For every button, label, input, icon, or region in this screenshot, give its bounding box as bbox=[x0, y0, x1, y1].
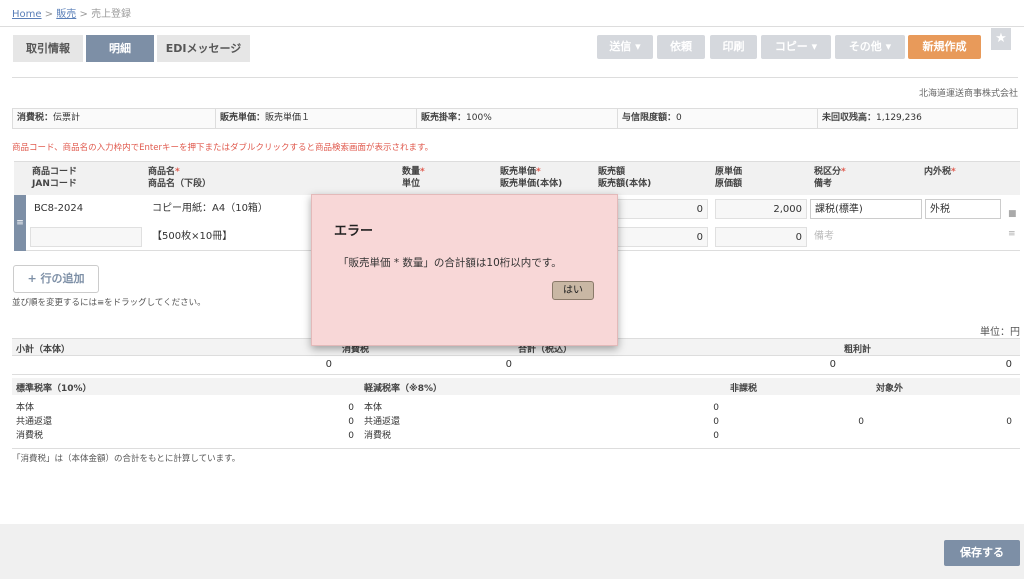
sales-rate: 100% bbox=[466, 113, 492, 123]
breadcrumb-home[interactable]: Home bbox=[12, 9, 42, 20]
cost-price-field[interactable]: 2,000 bbox=[715, 199, 807, 219]
breadcrumb-current: 売上登録 bbox=[91, 9, 132, 20]
tax-category-select[interactable]: 課税(標準) bbox=[810, 199, 922, 219]
gross-value: 0 bbox=[1005, 359, 1012, 370]
other-button[interactable]: その他 ▾ bbox=[835, 35, 905, 59]
breadcrumb-sales[interactable]: 販売 bbox=[56, 9, 76, 20]
total-value: 0 bbox=[829, 359, 836, 370]
request-button[interactable]: 依頼 bbox=[657, 35, 705, 59]
row-drag-icon[interactable]: ≡ bbox=[1008, 229, 1016, 239]
print-button[interactable]: 印刷 bbox=[710, 35, 757, 59]
inctax-select[interactable]: 外税 bbox=[925, 199, 1001, 219]
jan-code-field[interactable] bbox=[30, 227, 142, 247]
tab-details[interactable]: 明細 bbox=[86, 35, 154, 62]
tax-note: 「消費税」は（本体金額）の合計をもとに計算しています。 bbox=[12, 454, 241, 464]
tab-edi-message[interactable]: EDIメッセージ bbox=[157, 35, 250, 62]
favorite-star-icon[interactable]: ★ bbox=[991, 28, 1011, 50]
company-name: 北海道運送商事株式会社 bbox=[918, 89, 1018, 99]
row-menu-icon[interactable]: ■ bbox=[1008, 209, 1017, 219]
cost-amount: 0 bbox=[715, 227, 807, 247]
search-hint: 商品コード、商品名の入力枠内でEnterキーを押下またはダブルクリックすると商品… bbox=[12, 143, 434, 153]
subtotal-value: 0 bbox=[325, 359, 332, 370]
breadcrumb: Home > 販売 > 売上登録 bbox=[12, 9, 132, 20]
tax-breakdown: 本体 共通返還 消費税 000 本体 共通返還 消費税 000 0 0 bbox=[12, 395, 1020, 449]
send-button[interactable]: 送信 ▾ bbox=[597, 35, 653, 59]
error-dialog: エラー 「販売単価 * 数量」の合計額は10桁以内です。 はい bbox=[311, 194, 618, 346]
product-code-field[interactable]: BC8-2024 bbox=[30, 199, 142, 219]
divider bbox=[0, 26, 1024, 27]
tax-breakdown-header: 標準税率（10%） 軽減税率（※8%） 非課税 対象外 bbox=[12, 378, 1020, 395]
add-row-button[interactable]: + 行の追加 bbox=[13, 265, 99, 293]
drag-handle-icon[interactable]: ≡ bbox=[14, 195, 26, 251]
tax-value: 0 bbox=[505, 359, 512, 370]
tab-transaction-info[interactable]: 取引情報 bbox=[13, 35, 83, 62]
grid-header: 商品コード JANコード 商品名* 商品名（下段） 数量* 単位 販売単価* 販売単価(… bbox=[14, 161, 1020, 195]
price-mode: 販売単価１ bbox=[265, 113, 311, 123]
dialog-title: エラー bbox=[334, 224, 374, 239]
tax-mode: 伝票計 bbox=[53, 113, 81, 123]
copy-button[interactable]: コピー ▾ bbox=[761, 35, 831, 59]
product-name2-field[interactable]: 【500枚×10冊】 bbox=[148, 227, 318, 247]
unit-label: 単位：円 bbox=[980, 327, 1020, 338]
uncollected-balance: 1,129,236 bbox=[876, 113, 922, 123]
divider bbox=[12, 77, 1018, 78]
memo-field[interactable]: 備考 bbox=[810, 227, 1000, 247]
footer-bar bbox=[0, 524, 1024, 579]
info-row: 消費税：伝票計 販売単価：販売単価１ 販売掛率：100% 与信限度額：0 未回収… bbox=[12, 108, 1018, 129]
dialog-message: 「販売単価 * 数量」の合計額は10桁以内です。 bbox=[338, 257, 562, 269]
new-create-button[interactable]: 新規作成 bbox=[908, 35, 981, 59]
credit-limit: 0 bbox=[676, 113, 682, 123]
summary-values: 0 0 0 0 bbox=[12, 355, 1020, 375]
save-button[interactable]: 保存する bbox=[944, 540, 1020, 566]
ok-button[interactable]: はい bbox=[552, 281, 594, 300]
product-name-field[interactable]: コピー用紙：A4（10箱） bbox=[148, 199, 318, 219]
sort-note: 並び順を変更するには≡をドラッグしてください。 bbox=[12, 298, 206, 308]
